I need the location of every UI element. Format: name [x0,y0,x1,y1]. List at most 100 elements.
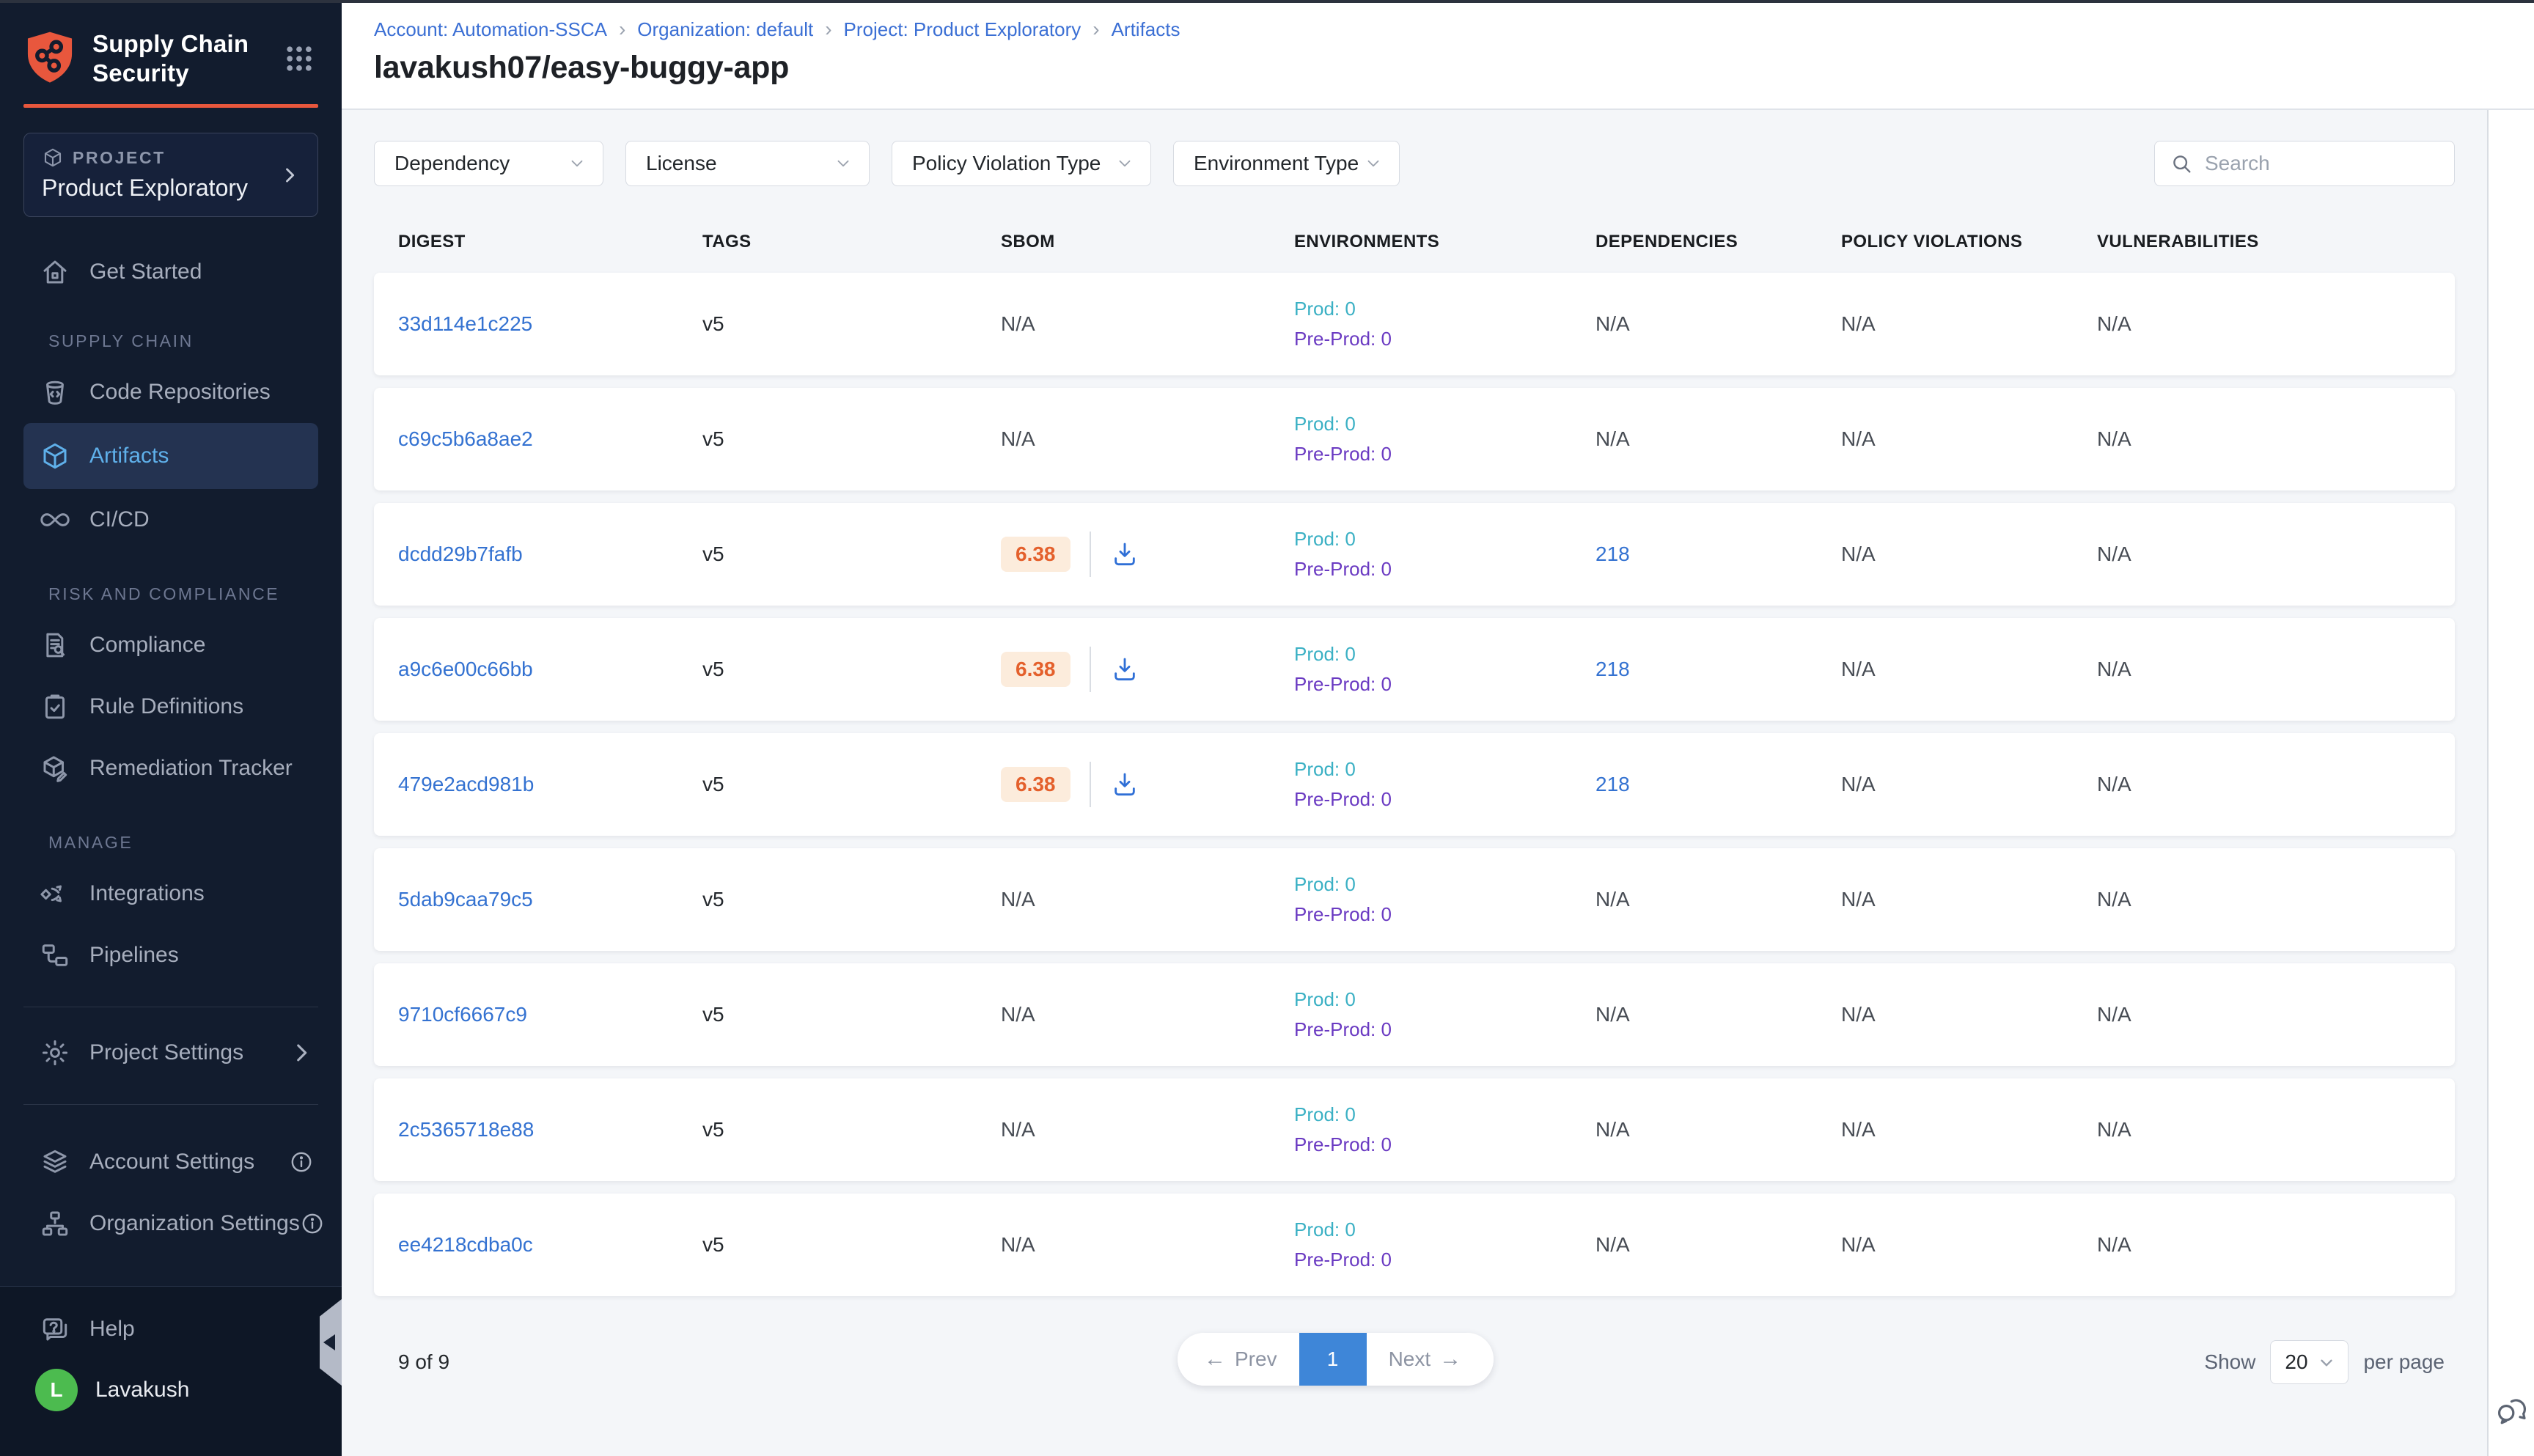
digest-link[interactable]: 5dab9caa79c5 [398,888,533,911]
vulnerabilities-value: N/A [2097,1233,2455,1257]
prod-count: Prod: 0 [1294,758,1595,781]
pagination-page-1-button[interactable]: 1 [1299,1333,1367,1386]
preprod-count: Pre-Prod: 0 [1294,788,1595,811]
layers-gear-icon [40,1147,70,1177]
digest-link[interactable]: c69c5b6a8ae2 [398,427,533,450]
digest-link[interactable]: a9c6e00c66bb [398,658,533,680]
digest-link[interactable]: dcdd29b7fafb [398,543,523,565]
cube-icon [40,441,70,471]
dependencies-na: N/A [1595,888,1630,911]
preprod-count: Pre-Prod: 0 [1294,328,1595,350]
project-selector[interactable]: PROJECT Product Exploratory [23,133,318,217]
dependencies-na: N/A [1595,312,1630,335]
dependencies-link[interactable]: 218 [1595,543,1630,565]
repo-icon [40,377,70,408]
user-menu[interactable]: L Lavakush [0,1369,342,1411]
pagination-next-button[interactable]: Next→ [1367,1333,1494,1386]
table-row: 5dab9caa79c5 v5 N/A Prod: 0 Pre-Prod: 0 … [374,848,2455,951]
dependencies-link[interactable]: 218 [1595,773,1630,795]
prod-count: Prod: 0 [1294,1218,1595,1241]
environments-cell: Prod: 0 Pre-Prod: 0 [1294,1103,1595,1156]
sidebar-item-organization-settings[interactable]: Organization Settings [0,1193,342,1254]
download-sbom-button[interactable] [1110,770,1139,799]
user-name: Lavakush [95,1378,189,1402]
filter-license[interactable]: License [625,141,870,186]
sidebar-item-compliance[interactable]: Compliance [0,614,342,676]
filter-environment-type[interactable]: Environment Type [1173,141,1400,186]
sbom-cell: 6.38 [1001,532,1294,577]
table-row: c69c5b6a8ae2 v5 N/A Prod: 0 Pre-Prod: 0 … [374,388,2455,490]
tag-value: v5 [702,1003,1001,1026]
app-switcher-grid-icon[interactable] [283,43,315,75]
home-icon [40,257,70,287]
dependencies-link[interactable]: 218 [1595,658,1630,680]
window-edge-bar [0,0,2534,3]
sidebar-item-rule-definitions[interactable]: Rule Definitions [0,676,342,738]
download-sbom-button[interactable] [1110,540,1139,569]
sidebar-item-get-started[interactable]: Get Started [0,246,342,298]
sidebar-item-artifacts[interactable]: Artifacts [23,423,318,489]
page-size-select[interactable]: 20 [2270,1340,2348,1384]
pagination-prev-button[interactable]: ←Prev [1178,1333,1299,1386]
filter-policy-violation-type[interactable]: Policy Violation Type [892,141,1151,186]
collapse-left-triangle-icon [323,1334,335,1350]
breadcrumb-link-account-automation-ssca[interactable]: Account: Automation-SSCA [374,18,607,41]
vulnerabilities-value: N/A [2097,658,2455,681]
divider [1090,647,1091,692]
search-input[interactable] [2205,152,2441,175]
info-icon [289,1150,314,1174]
breadcrumb-link-organization-default[interactable]: Organization: default [637,18,813,41]
tag-value: v5 [702,1118,1001,1141]
sbom-na: N/A [1001,1233,1035,1256]
breadcrumb-link-project-product-exploratory[interactable]: Project: Product Exploratory [844,18,1081,41]
sidebar-item-remediation-tracker[interactable]: Remediation Tracker [0,738,342,799]
sidebar-item-integrations[interactable]: Integrations [0,863,342,924]
search-box[interactable] [2154,141,2455,186]
sidebar-item-account-settings[interactable]: Account Settings [0,1131,342,1193]
download-sbom-button[interactable] [1110,655,1139,684]
sidebar-item-pipelines[interactable]: Pipelines [0,924,342,986]
environments-cell: Prod: 0 Pre-Prod: 0 [1294,298,1595,350]
digest-link[interactable]: 33d114e1c225 [398,312,532,335]
environments-cell: Prod: 0 Pre-Prod: 0 [1294,873,1595,926]
doc-search-icon [40,630,70,661]
sbom-cell: 6.38 [1001,647,1294,692]
digest-link[interactable]: ee4218cdba0c [398,1233,533,1256]
tag-value: v5 [702,888,1001,911]
vulnerabilities-value: N/A [2097,1003,2455,1026]
digest-link[interactable]: 479e2acd981b [398,773,534,795]
breadcrumb-link-artifacts[interactable]: Artifacts [1112,18,1180,41]
nav-section-label-risk-and-compliance: RISK AND COMPLIANCE [48,584,342,604]
dependencies-na: N/A [1595,1003,1630,1026]
policy-violations-value: N/A [1841,427,2097,451]
table-body: 33d114e1c225 v5 N/A Prod: 0 Pre-Prod: 0 … [374,273,2455,1296]
search-icon [2170,152,2193,175]
digest-link[interactable]: 9710cf6667c9 [398,1003,527,1026]
vulnerabilities-value: N/A [2097,1118,2455,1141]
sidebar-item-ci-cd[interactable]: CI/CD [0,489,342,551]
preprod-count: Pre-Prod: 0 [1294,1249,1595,1271]
tag-value: v5 [702,658,1001,681]
policy-violations-value: N/A [1841,773,2097,796]
brand-accent-rule [23,104,318,108]
digest-link[interactable]: 2c5365718e88 [398,1118,534,1141]
cube-edit-icon [40,753,70,784]
sbom-score-badge: 6.38 [1001,652,1070,687]
policy-violations-value: N/A [1841,658,2097,681]
filter-dependency[interactable]: Dependency [374,141,603,186]
breadcrumb: Account: Automation-SSCA›Organization: d… [374,18,2534,41]
vulnerabilities-value: N/A [2097,312,2455,336]
sbom-na: N/A [1001,1118,1035,1141]
policy-violations-value: N/A [1841,312,2097,336]
environments-cell: Prod: 0 Pre-Prod: 0 [1294,413,1595,466]
environments-cell: Prod: 0 Pre-Prod: 0 [1294,988,1595,1041]
sidebar-item-project-settings[interactable]: Project Settings [0,1022,342,1084]
chevron-down-icon [1364,154,1383,173]
preprod-count: Pre-Prod: 0 [1294,1133,1595,1156]
sidebar-item-help[interactable]: Help [0,1303,342,1356]
sidebar-item-code-repositories[interactable]: Code Repositories [0,361,342,423]
chevron-down-icon [2317,1353,2335,1371]
tag-value: v5 [702,312,1001,336]
dependencies-na: N/A [1595,427,1630,450]
feedback-chat-icon[interactable] [2494,1391,2529,1427]
